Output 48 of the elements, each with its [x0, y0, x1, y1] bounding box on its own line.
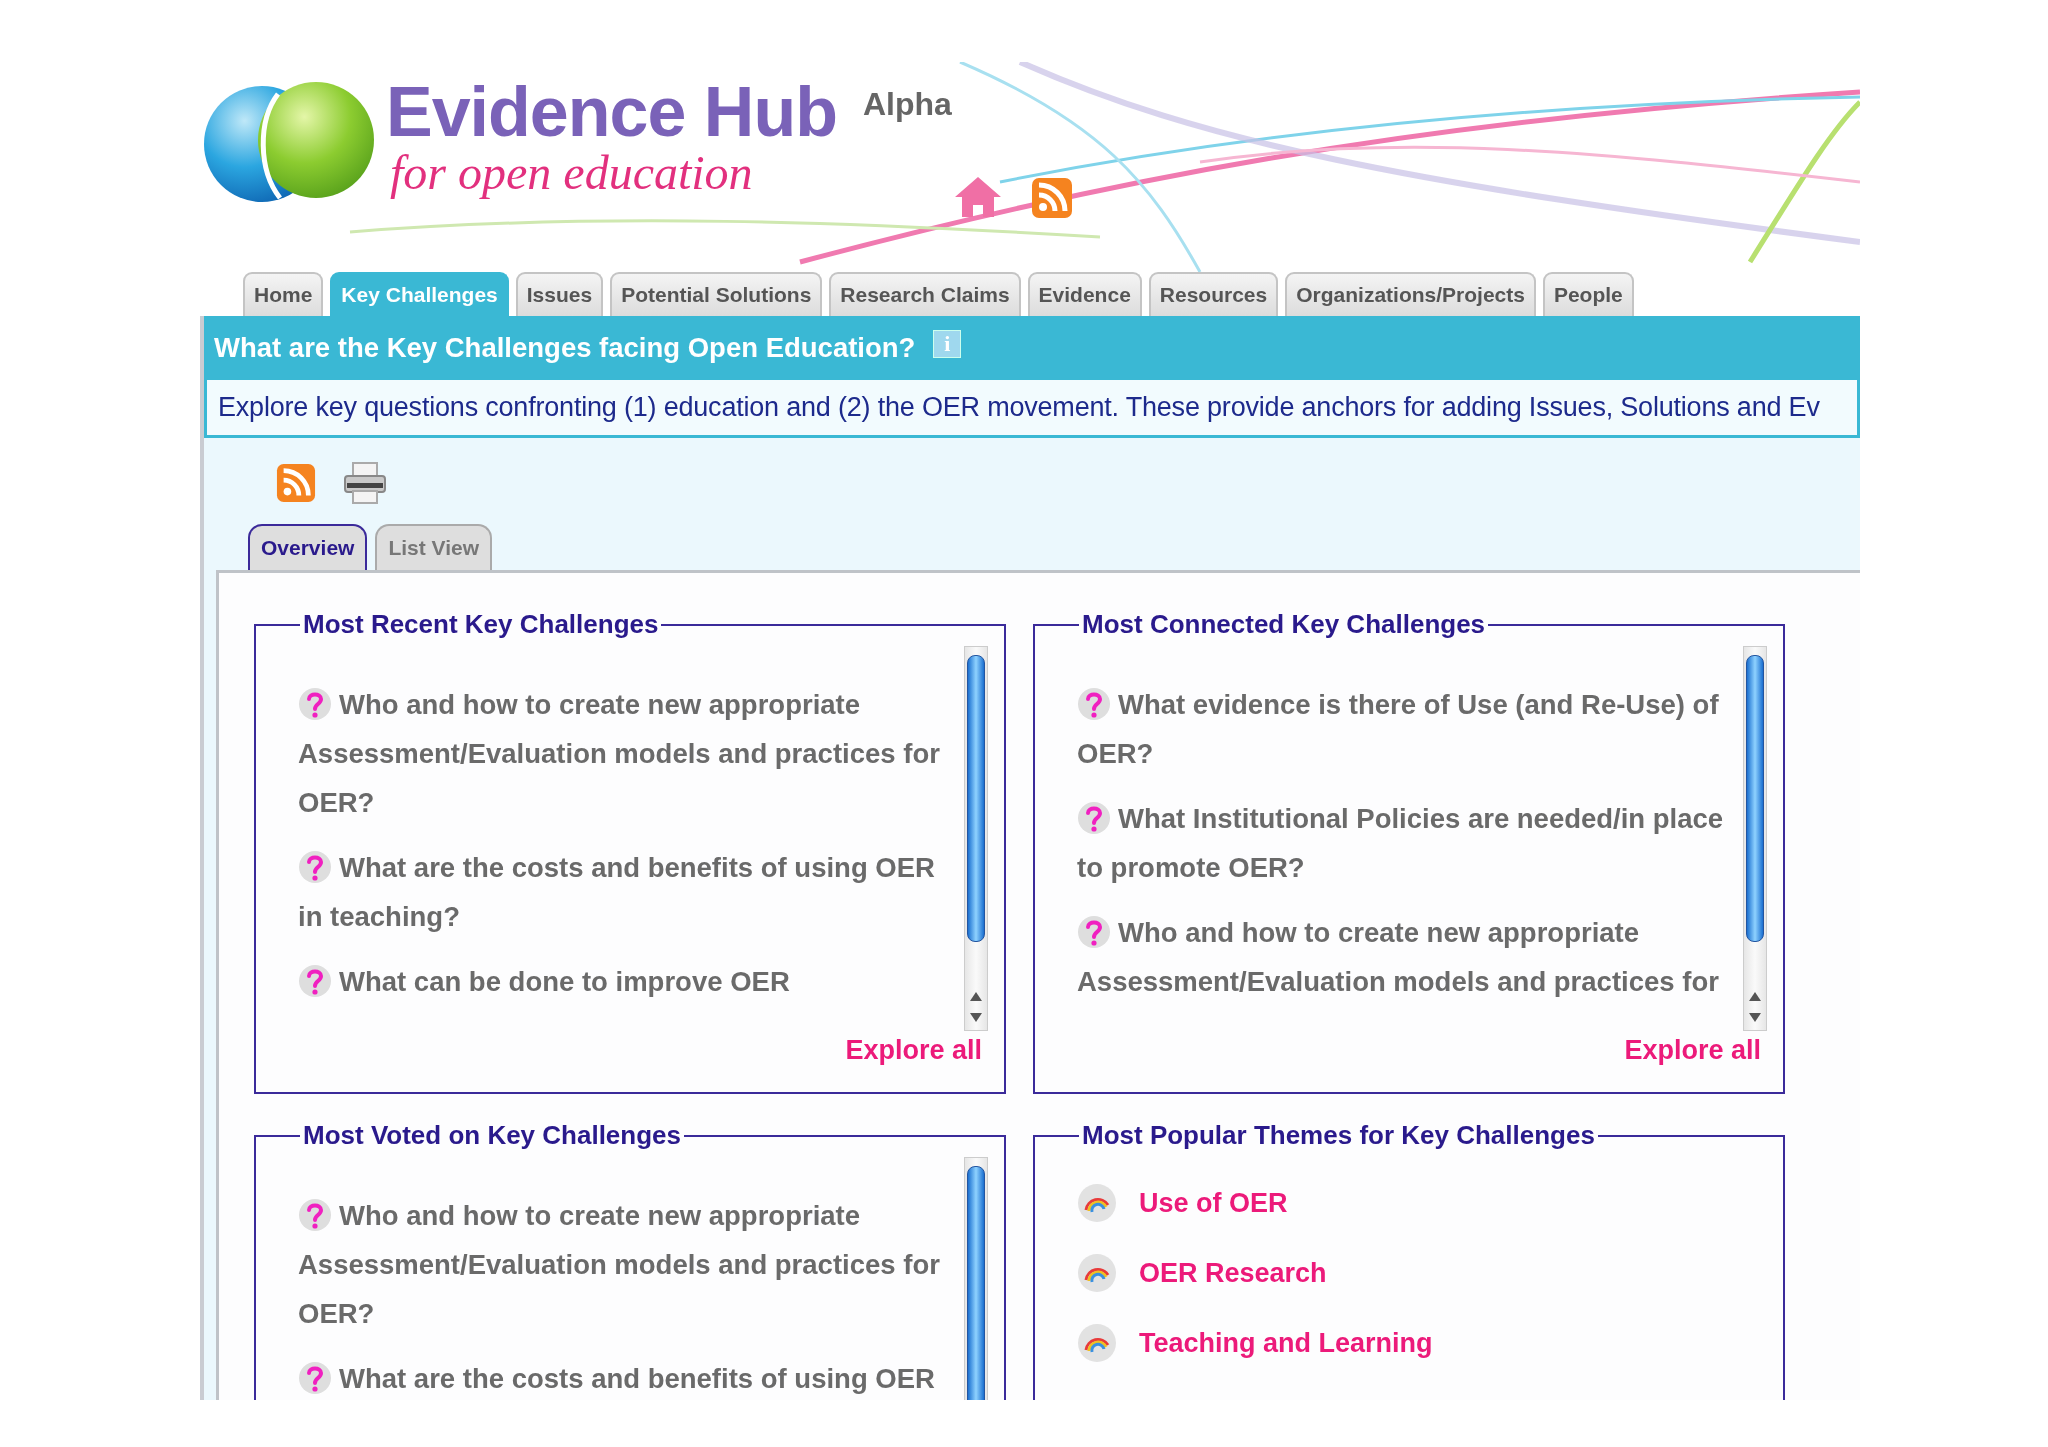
scrollbar[interactable] [964, 646, 988, 1031]
challenge-link[interactable]: What are the costs and benefits of using OER in teaching? [298, 843, 946, 941]
page-heading: What are the Key Challenges facing Open Education? [214, 332, 916, 364]
theme-link[interactable]: Use of OER [1139, 1187, 1288, 1219]
challenge-link[interactable]: Who and how to create new appropriate Assessment/Evaluation models and practices for [1077, 908, 1725, 1006]
nav-tab[interactable]: Resources [1148, 272, 1279, 316]
nav-tab[interactable]: People [1542, 272, 1634, 316]
print-icon[interactable] [343, 461, 387, 505]
rss-icon[interactable] [1030, 177, 1073, 219]
panel-title: Most Recent Key Challenges [302, 609, 660, 640]
question-icon [298, 963, 332, 998]
theme-link[interactable]: Teaching and Learning [1139, 1327, 1433, 1359]
question-icon [298, 1360, 332, 1395]
nav-tab[interactable]: Research Claims [829, 272, 1021, 316]
nav-tab[interactable]: Issues [515, 272, 604, 316]
scrollbar[interactable] [1743, 646, 1767, 1031]
view-tab[interactable]: Overview [248, 524, 368, 570]
description-text: Explore key questions confronting (1) education and (2) the OER movement. These provide anchors for adding Issues, Solutions and Ev [218, 392, 1820, 423]
question-icon [298, 686, 332, 721]
nav-tab[interactable]: Organizations/Projects [1285, 272, 1536, 316]
view-tab[interactable]: List View [375, 524, 493, 570]
challenge-link[interactable]: What can be done to improve OER [298, 957, 946, 1006]
panel-title: Most Popular Themes for Key Challenges [1081, 1120, 1596, 1151]
site-tagline: for open education [390, 148, 754, 198]
rainbow-icon [1077, 1323, 1117, 1363]
panel-title: Most Connected Key Challenges [1081, 609, 1487, 640]
rainbow-icon [1077, 1183, 1117, 1223]
question-icon [298, 1197, 332, 1232]
question-icon [1077, 686, 1111, 721]
panel-title: Most Voted on Key Challenges [302, 1120, 682, 1151]
rainbow-icon [1077, 1253, 1117, 1293]
alpha-label: Alpha [862, 86, 953, 123]
challenge-link[interactable]: Who and how to create new appropriate Assessment/Evaluation models and practices for OER? [298, 680, 946, 827]
challenge-link[interactable]: What evidence is there of Use (and Re-Use) of OER? [1077, 680, 1725, 778]
nav-tab[interactable]: Potential Solutions [610, 272, 823, 316]
challenge-link[interactable]: What are the costs and benefits of using OER [298, 1354, 946, 1400]
explore-all-link[interactable]: Explore all [1624, 1035, 1761, 1066]
nav-tab[interactable]: Evidence [1027, 272, 1142, 316]
question-icon [298, 849, 332, 884]
nav-tab[interactable]: Home [243, 272, 324, 316]
explore-all-link[interactable]: Explore all [845, 1035, 982, 1066]
challenge-link[interactable]: Who and how to create new appropriate Assessment/Evaluation models and practices for OER? [298, 1191, 946, 1338]
theme-link[interactable]: OER Research [1139, 1257, 1327, 1289]
site-title: Evidence Hub [386, 76, 837, 148]
question-icon [1077, 800, 1111, 835]
rss-icon[interactable] [276, 463, 316, 503]
question-icon [1077, 914, 1111, 949]
challenge-link[interactable]: What Institutional Policies are needed/in place to promote OER? [1077, 794, 1725, 892]
